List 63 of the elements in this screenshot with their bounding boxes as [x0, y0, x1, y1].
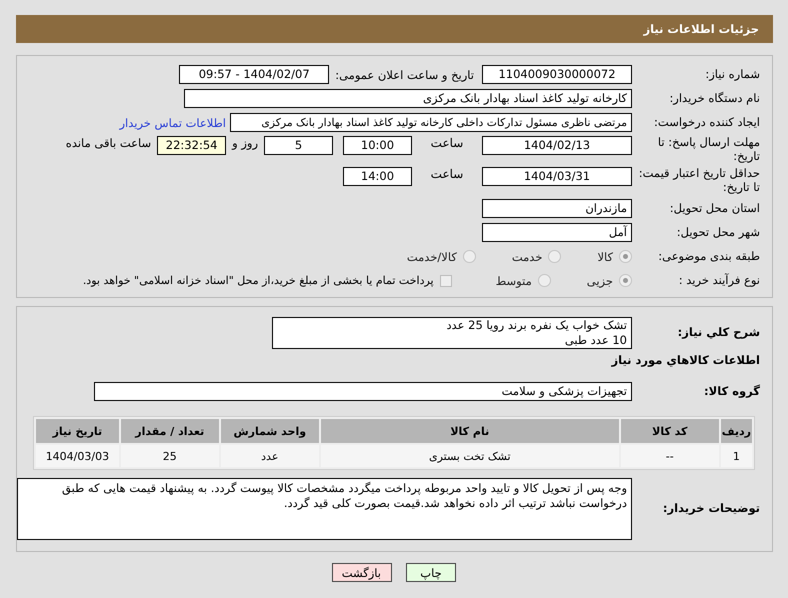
- column-header: نام کالا: [320, 419, 619, 443]
- buyer-field[interactable]: کارخانه تولید کاغذ اسناد بهادار بانک مرکزی: [184, 89, 632, 108]
- radio-button[interactable]: [538, 274, 551, 287]
- field-label: شرح کلي نياز:: [676, 326, 761, 340]
- description-line: تشک خواب یک نفره برند رویا 25 عدد: [445, 318, 627, 333]
- description-line: 10 عدد طبی: [564, 333, 627, 348]
- province-field[interactable]: مازندران: [482, 199, 632, 218]
- field-label: ایجاد کننده درخواست:: [653, 116, 761, 130]
- print-button[interactable]: چاپ: [406, 563, 456, 582]
- field-label: استان محل تحویل:: [668, 202, 761, 216]
- days-field[interactable]: 5: [264, 136, 333, 155]
- announce-date-field[interactable]: 1404/02/07 - 09:57: [179, 65, 330, 84]
- column-header: واحد شمارش: [220, 419, 319, 443]
- table-cell: --: [620, 445, 719, 467]
- table-cell: عدد: [220, 445, 319, 467]
- deadline-date-field[interactable]: 1404/02/13: [482, 136, 632, 155]
- field-label: شماره نیاز:: [704, 68, 761, 82]
- days-label: روز و: [232, 136, 258, 150]
- table-cell: تشک تخت بستری: [320, 445, 619, 467]
- section-title: اطلاعات کالاهاي مورد نياز: [610, 353, 761, 367]
- radio-label: متوسط: [496, 274, 532, 288]
- description-textarea[interactable]: تشک خواب یک نفره برند رویا 25 عدد 10 عدد طبی: [272, 317, 632, 349]
- table-cell: 1404/03/03: [36, 445, 119, 467]
- column-header: تعداد / مقدار: [120, 419, 219, 443]
- validity-time-field[interactable]: 14:00: [343, 167, 412, 186]
- table-cell: 25: [120, 445, 219, 467]
- time-label: ساعت: [430, 167, 464, 181]
- table-cell: 1: [720, 445, 752, 467]
- radio-button[interactable]: [619, 250, 632, 263]
- radio-label: خدمت: [512, 250, 542, 264]
- city-field[interactable]: آمل: [482, 223, 632, 242]
- contact-link[interactable]: اطلاعات تماس خریدار: [119, 116, 226, 130]
- field-label: طبقه بندی موضوعی:: [657, 250, 761, 264]
- goods-group-field[interactable]: تجهیزات پزشکی و سلامت: [94, 382, 632, 401]
- field-label: توضیحات خریدار:: [662, 502, 761, 516]
- need-number-field[interactable]: 1104009030000072: [482, 65, 632, 84]
- radio-label: کالا: [597, 250, 613, 264]
- radio-label: کالا/خدمت: [406, 250, 457, 264]
- field-label: حداقل تاریخ اعتبار قیمت: تا تاریخ:: [638, 167, 761, 195]
- column-header: کد کالا: [620, 419, 719, 443]
- field-label: نوع فرآیند خرید :: [678, 274, 761, 288]
- radio-button[interactable]: [462, 250, 476, 263]
- field-label: شهر محل تحویل:: [676, 226, 761, 240]
- validity-date-field[interactable]: 1404/03/31: [482, 167, 632, 186]
- field-label: نام دستگاه خریدار:: [668, 92, 761, 106]
- radio-button[interactable]: [548, 250, 562, 263]
- remaining-label: ساعت باقی مانده: [66, 136, 152, 150]
- column-header: تاریخ نیاز: [36, 419, 119, 443]
- back-button[interactable]: بازگشت: [332, 563, 392, 582]
- notes-textarea[interactable]: وجه پس از تحویل کالا و تایید واحد مربوطه پرداخت میگردد مشخصات کالا پیوست گردد. به پیشنهاد قیمت هایی که طبق درخواست نباشد ترتیب اثر داده نخواهد شد.قیمت بصورت کلی قید گردد.: [17, 478, 632, 540]
- checkbox-label: پرداخت تمام یا بخشی از مبلغ خرید،از محل "اسناد خزانه اسلامی" خواهد بود.: [82, 274, 434, 287]
- deadline-time-field[interactable]: 10:00: [343, 136, 412, 155]
- creator-field[interactable]: مرتضی ناظری مسئول تدارکات داخلی کارخانه تولید کاغذ اسناد بهادار بانک مرکزی: [230, 113, 632, 132]
- checkbox[interactable]: [440, 274, 452, 286]
- field-label: گروه کالا:: [703, 384, 761, 398]
- header-title: جزئیات اطلاعات نیاز: [643, 22, 759, 36]
- time-label: ساعت: [430, 136, 464, 150]
- field-label: تاریخ و ساعت اعلان عمومی:: [335, 68, 474, 82]
- column-header: ردیف: [720, 419, 752, 443]
- radio-button[interactable]: [619, 274, 632, 287]
- field-label: مهلت ارسال پاسخ: تا تاریخ:: [656, 136, 761, 164]
- radio-label: جزیی: [586, 274, 613, 288]
- remaining-time-field[interactable]: 22:32:54: [157, 136, 226, 155]
